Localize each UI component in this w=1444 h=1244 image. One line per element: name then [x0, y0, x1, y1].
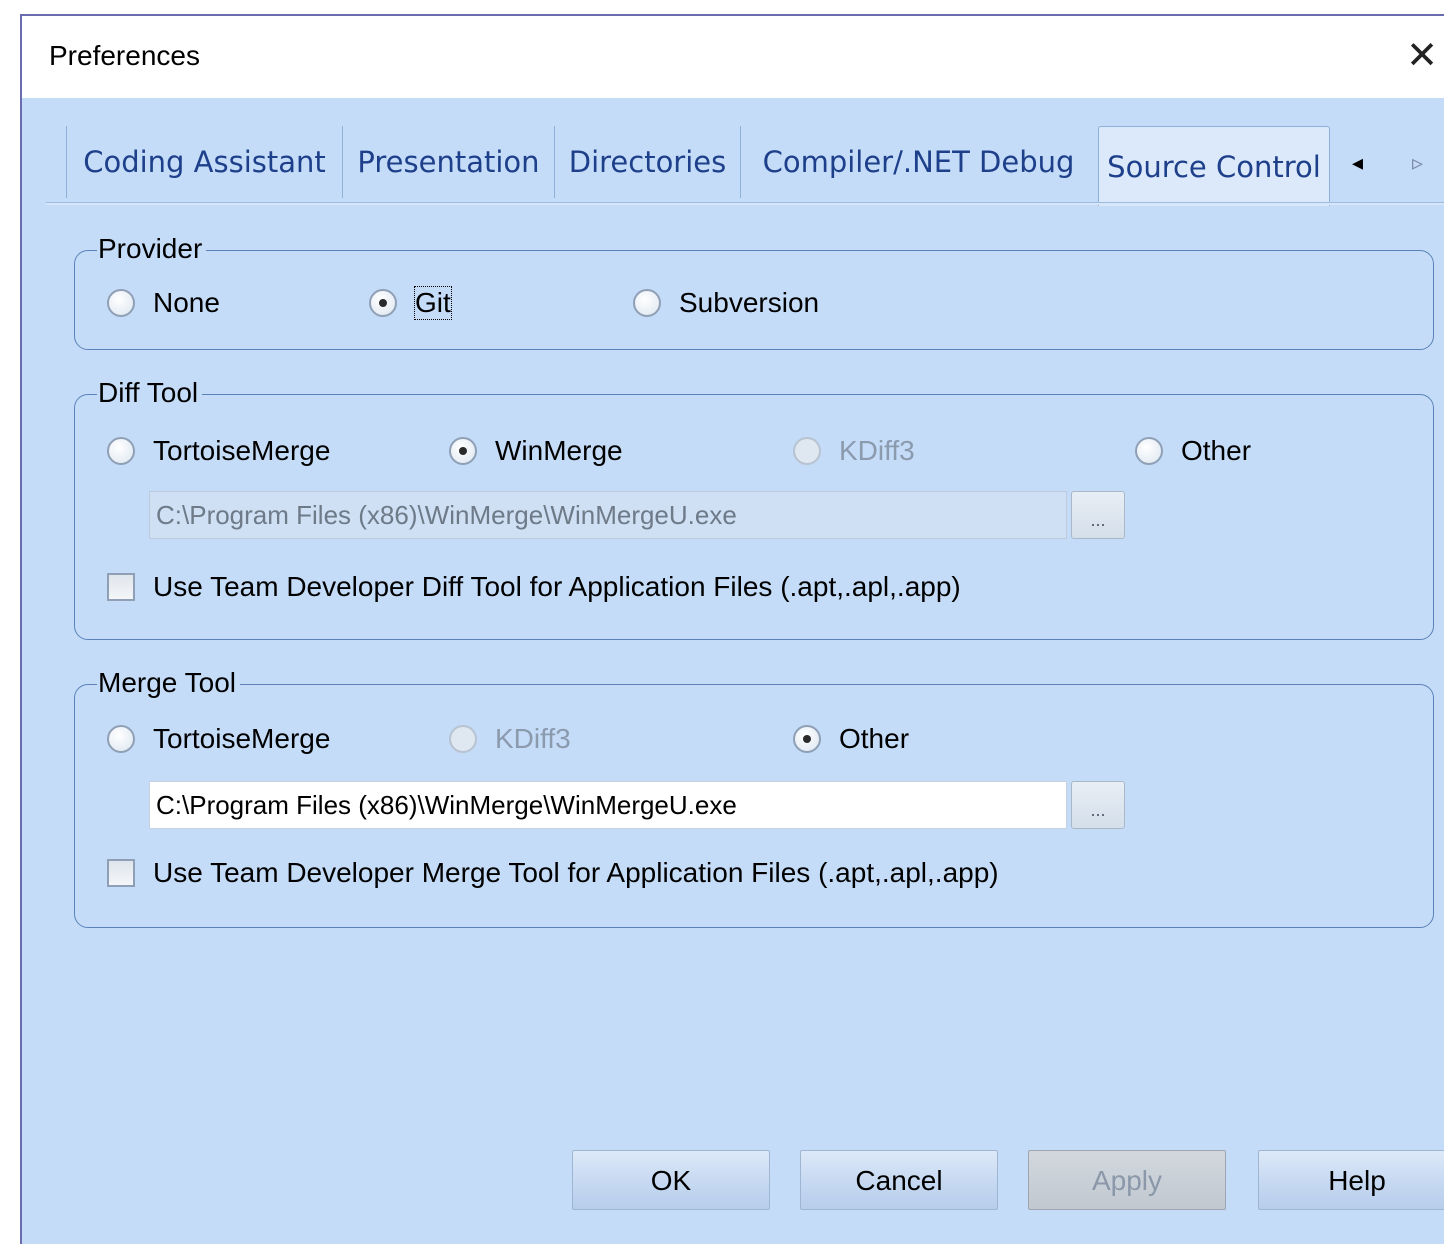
radio-checked-icon	[449, 437, 477, 465]
merge-tool-legend: Merge Tool	[97, 665, 241, 701]
provider-git-label: Git	[414, 286, 452, 320]
diff-other-label: Other	[1181, 435, 1252, 466]
diff-tool-path-field: C:\Program Files (x86)\WinMerge\WinMerge…	[149, 491, 1067, 539]
provider-subversion-radio[interactable]: Subversion	[633, 287, 819, 319]
tab-compiler-net-debug[interactable]: Compiler/.NET Debug	[740, 126, 1096, 198]
checkbox-icon	[107, 573, 135, 601]
ok-button[interactable]: OK	[572, 1150, 770, 1210]
provider-subversion-label: Subversion	[679, 287, 820, 318]
diff-tool-legend: Diff Tool	[97, 375, 203, 411]
provider-git-radio[interactable]: Git	[369, 286, 452, 320]
tab-source-control[interactable]: Source Control	[1098, 126, 1330, 206]
checkbox-icon	[107, 859, 135, 887]
merge-tortoisemerge-radio[interactable]: TortoiseMerge	[107, 723, 330, 755]
diff-tool-browse-button[interactable]: ...	[1071, 491, 1125, 539]
tab-underline	[46, 202, 1444, 205]
provider-none-radio[interactable]: None	[107, 287, 220, 319]
radio-icon	[793, 437, 821, 465]
diff-other-radio[interactable]: Other	[1135, 435, 1251, 467]
diff-tortoisemerge-radio[interactable]: TortoiseMerge	[107, 435, 330, 467]
radio-icon	[107, 289, 135, 317]
diff-tortoisemerge-label: TortoiseMerge	[153, 435, 331, 466]
merge-other-radio[interactable]: Other	[793, 723, 909, 755]
window-title: Preferences	[49, 40, 200, 71]
tab-scroll-right-icon[interactable]: ▹	[1412, 150, 1423, 176]
merge-team-developer-label: Use Team Developer Merge Tool for Applic…	[153, 857, 999, 888]
tab-directories[interactable]: Directories	[554, 126, 740, 198]
merge-tool-path-field[interactable]: C:\Program Files (x86)\WinMerge\WinMerge…	[149, 781, 1067, 829]
tab-scroll-left-icon[interactable]: ◂	[1352, 150, 1363, 176]
close-icon[interactable]: ✕	[1402, 34, 1442, 78]
title-bar: Preferences ✕	[22, 16, 1444, 98]
merge-other-label: Other	[839, 723, 910, 754]
radio-icon	[107, 725, 135, 753]
radio-checked-icon	[793, 725, 821, 753]
radio-icon	[1135, 437, 1163, 465]
diff-team-developer-checkbox[interactable]: Use Team Developer Diff Tool for Applica…	[107, 571, 961, 603]
merge-tool-group: Merge Tool TortoiseMerge KDiff3 Other C:…	[74, 665, 1434, 928]
tab-presentation[interactable]: Presentation	[342, 126, 554, 198]
merge-kdiff3-radio: KDiff3	[449, 723, 571, 755]
merge-team-developer-checkbox[interactable]: Use Team Developer Merge Tool for Applic…	[107, 857, 999, 889]
provider-legend: Provider	[97, 231, 207, 267]
radio-icon	[107, 437, 135, 465]
diff-winmerge-radio[interactable]: WinMerge	[449, 435, 623, 467]
radio-icon	[449, 725, 477, 753]
merge-kdiff3-label: KDiff3	[495, 723, 571, 754]
diff-kdiff3-label: KDiff3	[839, 435, 915, 466]
apply-button: Apply	[1028, 1150, 1226, 1210]
diff-team-developer-label: Use Team Developer Diff Tool for Applica…	[153, 571, 961, 602]
merge-tortoisemerge-label: TortoiseMerge	[153, 723, 331, 754]
provider-group: Provider None Git Subversion	[74, 231, 1434, 350]
preferences-dialog: Preferences ✕ Coding Assistant Presentat…	[20, 14, 1444, 1244]
diff-winmerge-label: WinMerge	[495, 435, 623, 466]
merge-tool-browse-button[interactable]: ...	[1071, 781, 1125, 829]
help-button[interactable]: Help	[1258, 1150, 1444, 1210]
tab-coding-assistant[interactable]: Coding Assistant	[66, 126, 342, 198]
radio-icon	[633, 289, 661, 317]
diff-tool-group: Diff Tool TortoiseMerge WinMerge KDiff3 …	[74, 375, 1434, 640]
diff-kdiff3-radio: KDiff3	[793, 435, 915, 467]
tab-strip: Coding Assistant Presentation Directorie…	[22, 98, 1444, 208]
radio-checked-icon	[369, 289, 397, 317]
cancel-button[interactable]: Cancel	[800, 1150, 998, 1210]
provider-none-label: None	[153, 287, 220, 318]
